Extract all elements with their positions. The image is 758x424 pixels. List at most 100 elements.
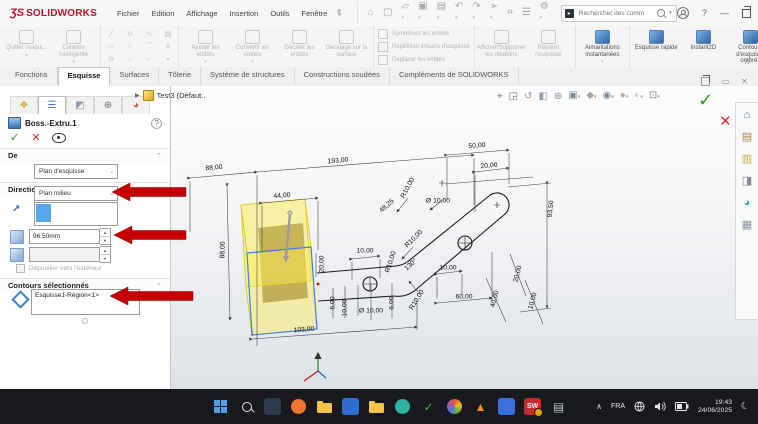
view-orientation-icon[interactable]: ▣▾ <box>568 90 580 103</box>
from-dropdown[interactable]: Plan d'esquisse ⌄ <box>34 164 118 179</box>
cmd-smart-dimension[interactable]: Cotation intelligente▾ <box>50 28 97 66</box>
cmd-exit-sketch[interactable]: Quitter l'esqui...▾ <box>3 28 50 66</box>
sketch-entity-icon[interactable]: ▨ <box>162 30 174 39</box>
cmd-shaded-contours[interactable]: Contours d'esquisse ombrés <box>727 28 758 66</box>
section-from-chevron-icon[interactable]: ⌃ <box>156 152 162 160</box>
print-icon-caret[interactable]: ▾ <box>437 15 440 21</box>
print-icon[interactable]: ▤ ▾ <box>437 2 446 24</box>
taskbar-vlc[interactable]: ▲ <box>472 398 489 415</box>
search-caret-icon[interactable]: ▼ <box>668 10 673 16</box>
volume-icon[interactable] <box>654 401 666 412</box>
minimize-button[interactable]: — <box>720 8 729 18</box>
account-icon[interactable] <box>677 7 689 19</box>
sketch-entity-icon[interactable]: ○ <box>124 55 136 64</box>
sketch-visibility-icon[interactable]: ⊛ <box>554 91 562 103</box>
taskbar-folder-2[interactable] <box>368 398 385 415</box>
apply-scene-icon-caret[interactable]: ▾ <box>640 94 643 100</box>
taskbar-photos[interactable] <box>446 398 463 415</box>
cmd-display-relations[interactable]: Afficher/Supprimer les relations <box>478 28 525 66</box>
select-icon-caret[interactable]: ▾ <box>490 15 493 21</box>
sketch-entity-icon[interactable]: ╱ <box>105 30 117 39</box>
design-library-icon[interactable]: ▤ <box>742 131 752 143</box>
new-document-icon[interactable]: ▢ <box>383 8 392 18</box>
view-settings-icon-caret[interactable]: ▾ <box>657 94 660 100</box>
sketch-entity-icon[interactable]: ⌐ <box>143 55 155 64</box>
depth-field[interactable]: 96.50mm <box>29 229 100 244</box>
language-indicator[interactable]: FRA <box>611 403 625 410</box>
sketch-entity-icon[interactable]: ▭ <box>105 42 117 51</box>
night-mode-icon[interactable]: ☾ <box>739 400 751 413</box>
cmd-move-entities[interactable]: Déplacer les entités <box>378 55 470 65</box>
direction-reference-box[interactable] <box>34 202 118 226</box>
cmd-offset-entities[interactable]: Décaler les entités <box>276 28 323 66</box>
menu-affichage[interactable]: Affichage <box>180 6 223 21</box>
restore-button[interactable] <box>742 9 751 18</box>
draft-spinner[interactable]: ▲▼ <box>100 246 111 263</box>
doc-window-icon[interactable]: ▭ <box>722 77 730 86</box>
zoom-area-icon[interactable]: ◲ <box>509 91 518 103</box>
featuremanager-tab-icon[interactable]: ❖ <box>10 96 38 114</box>
cmd-surface-offset[interactable]: Décalage sur la surface <box>323 28 370 66</box>
sketch-entity-icon[interactable]: ⌒ <box>143 42 155 51</box>
display-style-icon[interactable]: ◆▾ <box>586 90 596 103</box>
cmd-rapid-sketch[interactable]: Esquisse rapide <box>633 28 680 66</box>
menu-fenêtre[interactable]: Fenêtre <box>296 6 334 21</box>
end-condition-dropdown[interactable]: Plan milieu ⌄ <box>34 186 118 201</box>
options-gear-icon[interactable]: ⚙ ▾ <box>540 2 549 24</box>
taskbar-solidworks[interactable]: SW <box>524 398 541 415</box>
list-icon[interactable]: ☰ <box>522 8 531 18</box>
tree-expand-icon[interactable]: ▶ <box>135 92 140 99</box>
menu-insertion[interactable]: Insertion <box>224 6 265 21</box>
from-dropdown-caret-icon[interactable]: ⌄ <box>110 169 114 175</box>
sketch-entity-icon[interactable]: ⊙ <box>124 30 136 39</box>
selected-contours-box[interactable]: Esquisse1-Région<1> <box>31 289 140 315</box>
taskbar-antivirus-check[interactable]: ✓ <box>420 398 437 415</box>
taskbar-outlook[interactable] <box>342 398 359 415</box>
start-button[interactable] <box>212 398 229 415</box>
display-style-icon-caret[interactable]: ▾ <box>594 94 597 100</box>
taskbar-firefox[interactable] <box>290 398 307 415</box>
open-icon[interactable]: ▱ ▾ <box>401 2 409 24</box>
section-direction1-chevron-icon[interactable]: ⌃ <box>156 186 162 194</box>
exit-sketch-icon-caret[interactable]: ▾ <box>25 53 28 59</box>
tab-fonctions[interactable]: Fonctions <box>6 67 58 85</box>
hide-show-items-icon-caret[interactable]: ▾ <box>611 94 614 100</box>
cmd-mirror-entities[interactable]: Symétriser les entités <box>378 29 470 39</box>
panel-help-icon[interactable]: ? <box>151 118 162 129</box>
dimxpert-tab-icon[interactable]: ⊕ <box>94 96 122 114</box>
tray-overflow-icon[interactable]: ∧ <box>596 402 602 411</box>
search-icon[interactable] <box>657 9 665 17</box>
cancel-button[interactable]: ✕ <box>31 131 40 144</box>
attach-icon[interactable]: ⌗ <box>507 8 513 18</box>
command-search[interactable]: ▸ ▼ <box>561 5 677 22</box>
options-gear-icon-caret[interactable]: ▾ <box>540 15 543 21</box>
search-button[interactable] <box>238 398 255 415</box>
sketch-entity-icon[interactable]: A <box>162 42 174 51</box>
undo-icon[interactable]: ↶ ▾ <box>455 2 463 24</box>
sketch-entity-icon[interactable]: ⊖ <box>105 55 117 64</box>
tab-surfaces[interactable]: Surfaces <box>110 67 159 85</box>
section-from[interactable]: De ⌃ <box>0 148 170 162</box>
undo-icon-caret[interactable]: ▾ <box>455 15 458 21</box>
taskbar-printer[interactable]: ▤ <box>550 398 567 415</box>
help-icon[interactable]: ? <box>702 8 707 18</box>
configurationmanager-tab-icon[interactable]: ◩ <box>66 96 94 114</box>
view-orientation-icon-caret[interactable]: ▾ <box>578 94 581 100</box>
smart-dimension-icon-caret[interactable]: ▾ <box>72 59 75 65</box>
custom-properties-icon[interactable]: ▦ <box>742 219 752 231</box>
taskbar-explorer[interactable] <box>316 398 333 415</box>
tab-esquisse[interactable]: Esquisse <box>58 67 111 87</box>
sketch-entity-icon[interactable]: ▪ <box>162 55 174 64</box>
resources-icon[interactable]: ⌂ <box>744 109 751 121</box>
doc-restore-icon[interactable] <box>701 77 710 86</box>
select-icon[interactable]: ➢ ▾ <box>490 2 498 24</box>
edit-appearance-icon-caret[interactable]: ▾ <box>626 94 629 100</box>
draft-field[interactable] <box>29 247 100 262</box>
taskbar-edge[interactable] <box>394 398 411 415</box>
section-contours-chevron-icon[interactable]: ⌃ <box>156 282 162 290</box>
menu-fichier[interactable]: Fichier <box>111 6 146 21</box>
selected-contour-item[interactable]: Esquisse1-Région<1> <box>35 292 139 299</box>
panel-resize-handle[interactable] <box>82 318 88 324</box>
doc-close-icon[interactable]: ✕ <box>741 77 748 86</box>
view-settings-icon[interactable]: ⊡▾ <box>649 90 660 103</box>
